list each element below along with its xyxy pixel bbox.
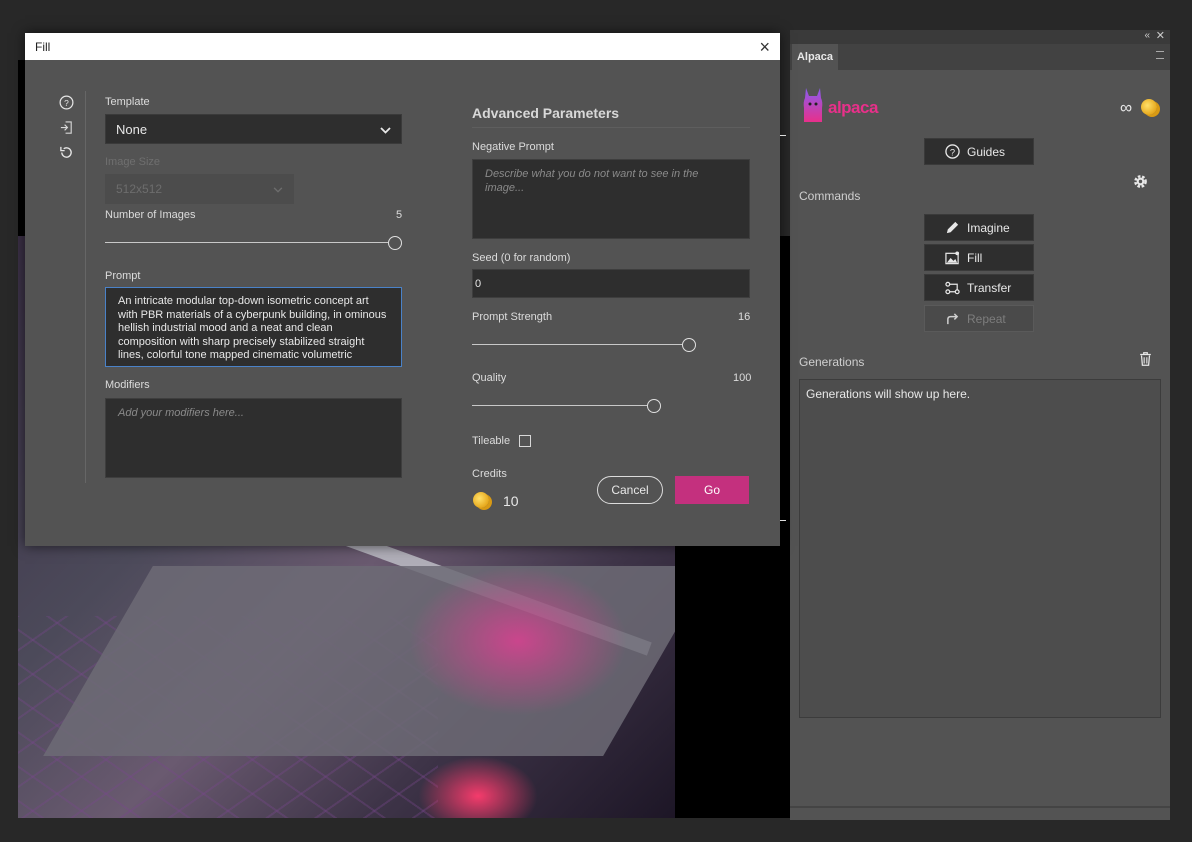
prompt-strength-knob[interactable] bbox=[682, 338, 696, 352]
prompt-strength-value: 16 bbox=[738, 311, 751, 323]
chevron-down-icon bbox=[273, 182, 283, 196]
tab-alpaca[interactable]: Alpaca bbox=[792, 44, 838, 70]
panel-header-bar: « ✕ bbox=[790, 30, 1170, 44]
fill-button[interactable]: Fill bbox=[924, 244, 1034, 271]
help-icon[interactable]: ? bbox=[59, 95, 75, 111]
prompt-textarea[interactable]: An intricate modular top-down isometric … bbox=[105, 287, 402, 367]
guides-label: Guides bbox=[967, 144, 1006, 159]
number-of-images-label: Number of Images bbox=[105, 209, 196, 221]
dialog-side-toolbar: ? bbox=[59, 95, 79, 170]
pink-glow bbox=[408, 566, 628, 716]
imagine-button[interactable]: Imagine bbox=[924, 214, 1034, 241]
number-of-images-knob[interactable] bbox=[388, 236, 402, 250]
transfer-icon bbox=[943, 281, 961, 295]
quality-label: Quality bbox=[472, 372, 507, 384]
ruler-mark bbox=[780, 135, 786, 136]
template-select[interactable]: None bbox=[105, 114, 402, 144]
ruler-mark bbox=[780, 520, 786, 521]
prompt-strength-slider[interactable] bbox=[472, 344, 682, 345]
dialog-title: Fill bbox=[35, 39, 51, 54]
dialog-titlebar: Fill × bbox=[25, 33, 780, 60]
logo-text: alpaca bbox=[828, 98, 878, 117]
credits-value: 10 bbox=[503, 493, 519, 509]
help-icon: ? bbox=[943, 144, 961, 159]
import-icon[interactable] bbox=[59, 120, 75, 136]
collapse-icon[interactable]: « bbox=[1144, 30, 1150, 41]
redo-icon bbox=[943, 312, 961, 325]
generations-empty-text: Generations will show up here. bbox=[806, 387, 971, 401]
modifiers-label: Modifiers bbox=[105, 379, 150, 391]
svg-text:?: ? bbox=[64, 98, 69, 108]
panel-footer-divider bbox=[790, 806, 1170, 808]
template-value: None bbox=[116, 121, 148, 137]
go-button[interactable]: Go bbox=[675, 476, 749, 504]
tileable-checkbox[interactable] bbox=[519, 435, 531, 447]
repeat-label: Repeat bbox=[967, 311, 1006, 326]
number-of-images-value: 5 bbox=[396, 209, 403, 221]
image-size-value: 512x512 bbox=[116, 182, 163, 196]
prompt-strength-label: Prompt Strength bbox=[472, 311, 553, 323]
pencil-icon bbox=[943, 220, 961, 235]
advanced-parameters-title: Advanced Parameters bbox=[472, 105, 620, 121]
seed-input[interactable]: 0 bbox=[472, 269, 750, 298]
quality-slider[interactable] bbox=[472, 405, 647, 406]
number-of-images-slider[interactable] bbox=[105, 242, 388, 243]
credits-label: Credits bbox=[472, 468, 507, 480]
template-label: Template bbox=[105, 96, 150, 108]
cancel-button[interactable]: Cancel bbox=[597, 476, 663, 504]
quality-value: 100 bbox=[733, 372, 752, 384]
chevron-down-icon bbox=[380, 122, 391, 137]
svg-text:?: ? bbox=[949, 147, 954, 157]
seed-label: Seed (0 for random) bbox=[472, 252, 571, 264]
reset-icon[interactable] bbox=[59, 145, 75, 161]
modifiers-textarea[interactable]: Add your modifiers here... bbox=[105, 398, 402, 478]
generations-label: Generations bbox=[799, 355, 865, 369]
panel-menu-icon[interactable] bbox=[1156, 51, 1164, 59]
advanced-divider bbox=[472, 127, 750, 128]
image-size-select[interactable]: 512x512 bbox=[105, 174, 294, 204]
transfer-button[interactable]: Transfer bbox=[924, 274, 1034, 301]
settings-icon[interactable] bbox=[1132, 173, 1149, 195]
coins-icon bbox=[473, 492, 489, 508]
image-fill-icon bbox=[943, 250, 961, 265]
prompt-label: Prompt bbox=[105, 270, 141, 282]
fill-dialog: Fill × ? Template None Image Size 512x51… bbox=[25, 33, 780, 546]
imagine-label: Imagine bbox=[967, 220, 1010, 235]
tileable-label: Tileable bbox=[472, 435, 511, 447]
negative-prompt-textarea[interactable]: Describe what you do not want to see in … bbox=[472, 159, 750, 239]
credits-infinity: ∞ bbox=[1120, 98, 1133, 117]
commands-label: Commands bbox=[799, 189, 861, 203]
trash-icon[interactable] bbox=[1138, 351, 1153, 372]
panel-tabbar bbox=[790, 44, 1170, 70]
fill-label: Fill bbox=[967, 250, 983, 265]
guides-button[interactable]: ? Guides bbox=[924, 138, 1034, 165]
alpaca-logo-icon bbox=[803, 88, 823, 122]
side-divider bbox=[85, 91, 86, 483]
coins-icon bbox=[1141, 99, 1157, 115]
transfer-label: Transfer bbox=[967, 280, 1012, 295]
alpaca-logo: alpaca bbox=[802, 88, 892, 124]
repeat-button[interactable]: Repeat bbox=[924, 305, 1034, 332]
image-size-label: Image Size bbox=[105, 156, 161, 168]
close-panel-icon[interactable]: ✕ bbox=[1156, 29, 1165, 42]
negative-prompt-label: Negative Prompt bbox=[472, 141, 554, 153]
quality-knob[interactable] bbox=[647, 399, 661, 413]
close-icon[interactable]: × bbox=[759, 38, 770, 56]
generations-list: Generations will show up here. bbox=[799, 379, 1161, 718]
